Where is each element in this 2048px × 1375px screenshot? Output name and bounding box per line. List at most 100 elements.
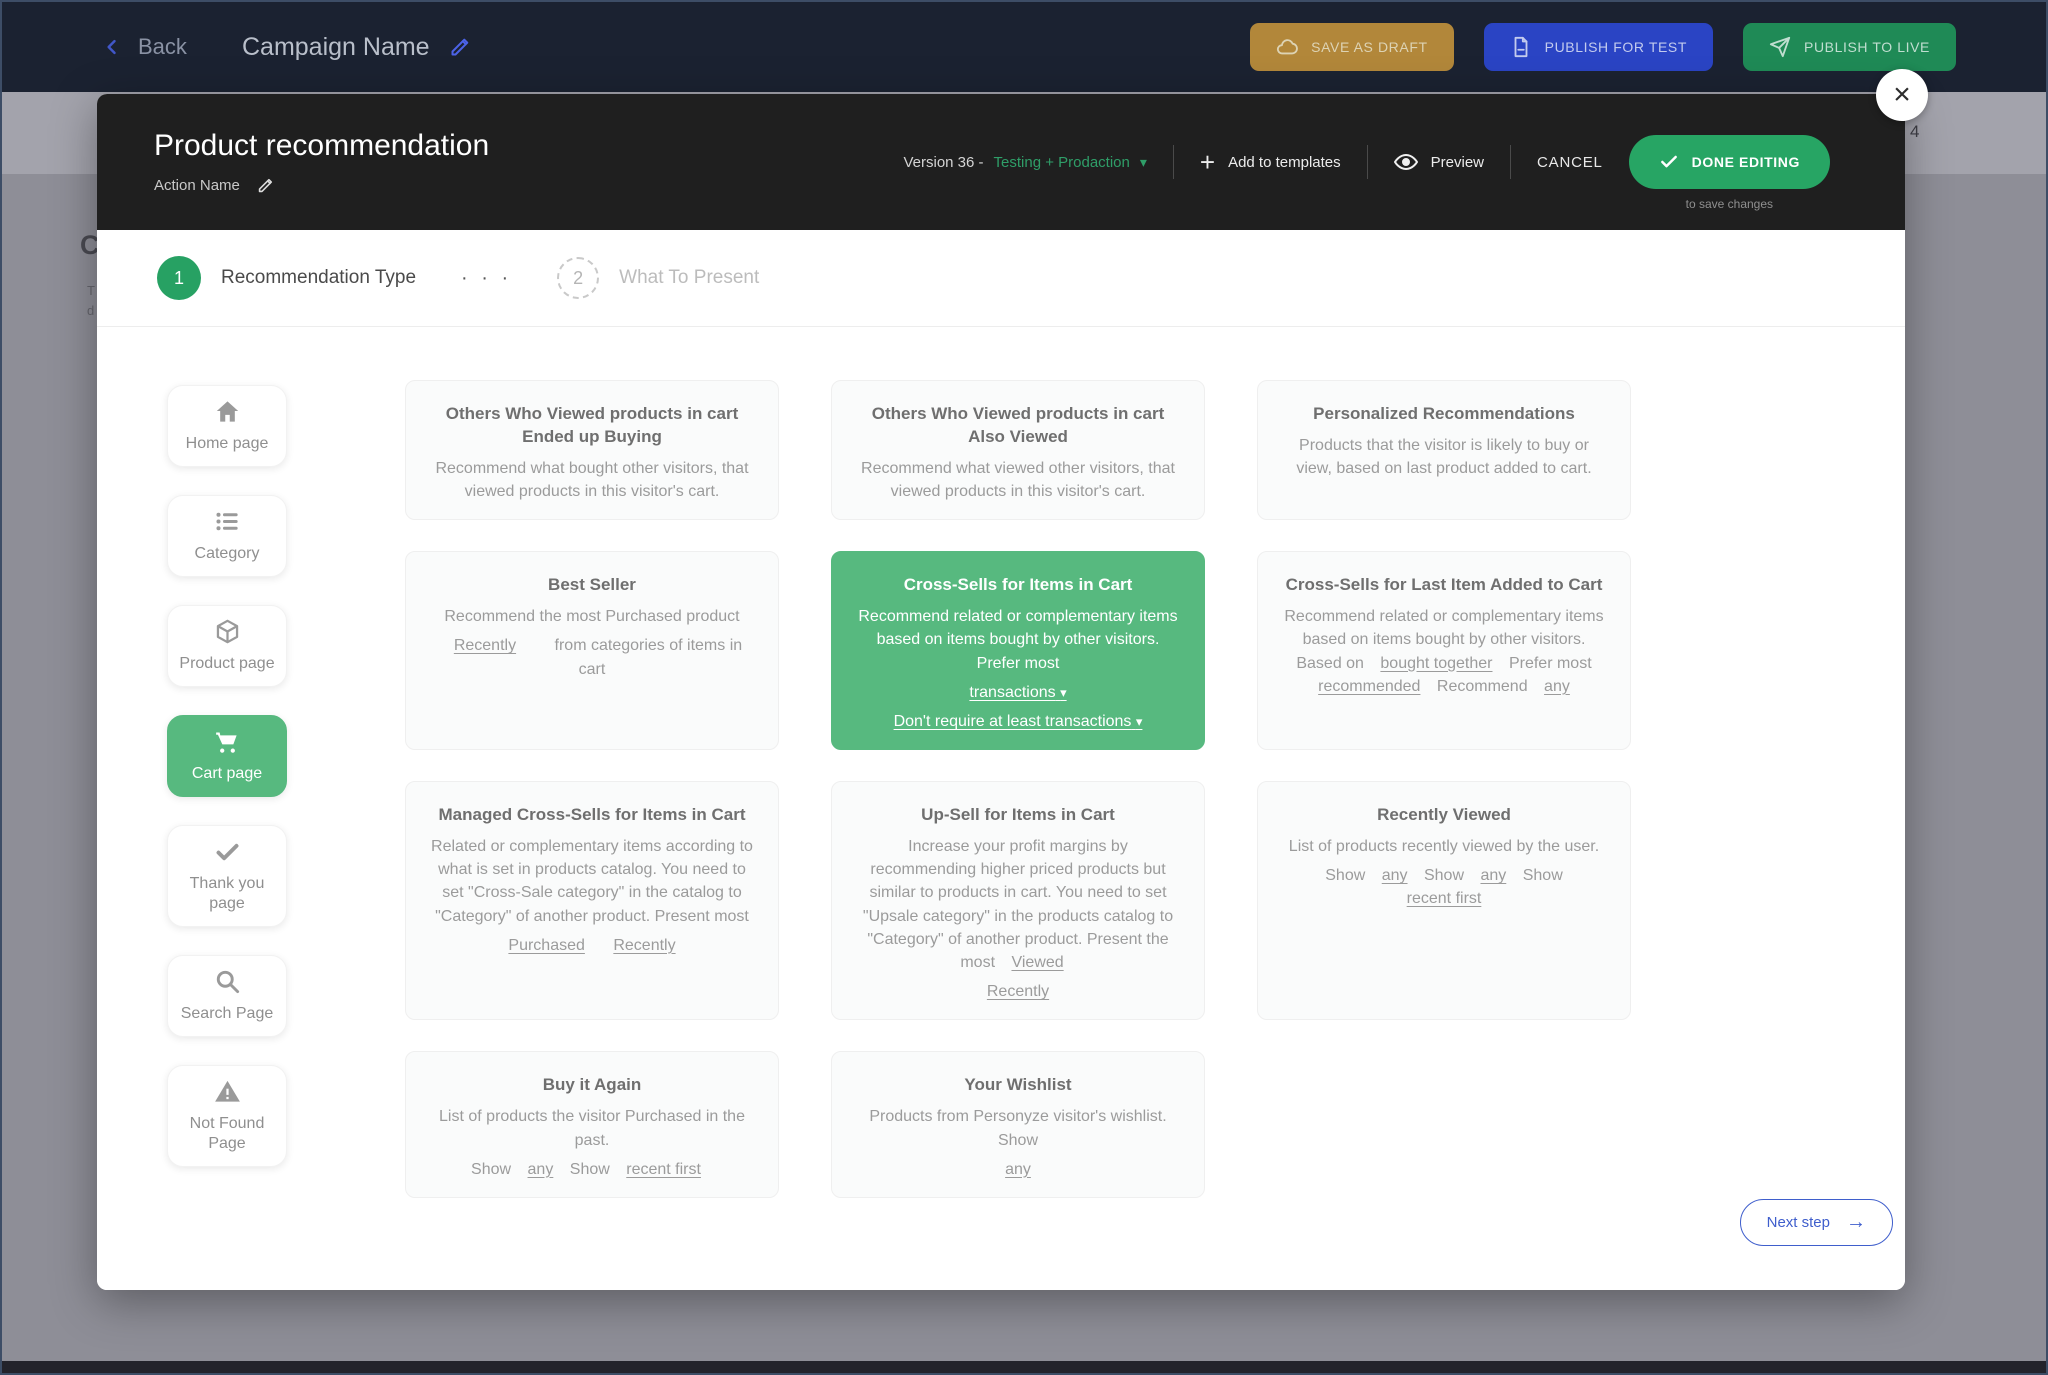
arrow-right-icon: → bbox=[1846, 1211, 1866, 1234]
publish-for-test-button[interactable]: PUBLISH FOR TEST bbox=[1484, 23, 1713, 71]
any-option-link[interactable]: any bbox=[1480, 864, 1506, 887]
sidebar-item-not-found-page[interactable]: Not Found Page bbox=[167, 1065, 287, 1167]
card-title: Others Who Viewed products in cart Ended… bbox=[428, 403, 756, 449]
sidebar-item-label: Thank you page bbox=[174, 874, 280, 914]
transactions-dropdown-link[interactable]: transactions ▾ bbox=[969, 681, 1066, 704]
cancel-button[interactable]: CANCEL bbox=[1537, 154, 1603, 171]
sidebar-item-label: Product page bbox=[179, 654, 274, 674]
app-window: Back Campaign Name SAVE AS DRAFT PUBLISH… bbox=[0, 0, 2048, 1375]
card-personalized-recommendations[interactable]: Personalized Recommendations Products th… bbox=[1257, 380, 1631, 520]
recently-option-link[interactable]: Recently bbox=[613, 934, 675, 957]
recently-option-link[interactable]: Recently bbox=[454, 634, 516, 657]
sidebar-item-thank-you-page[interactable]: Thank you page bbox=[167, 825, 287, 927]
edit-pencil-icon[interactable] bbox=[448, 35, 472, 59]
card-body: List of products recently viewed by the … bbox=[1280, 835, 1608, 858]
save-as-draft-button[interactable]: SAVE AS DRAFT bbox=[1250, 23, 1453, 71]
modal-body: Home page Category Product page Cart pag… bbox=[97, 327, 1905, 1290]
any-option-link[interactable]: any bbox=[528, 1158, 554, 1181]
card-body: Recommend what viewed other visitors, th… bbox=[854, 457, 1182, 503]
step-2-circle[interactable]: 2 bbox=[557, 257, 599, 299]
edit-pencil-icon[interactable] bbox=[256, 176, 275, 195]
purchased-option-link[interactable]: Purchased bbox=[508, 934, 585, 957]
step-1-circle[interactable]: 1 bbox=[157, 256, 201, 300]
warning-triangle-icon bbox=[214, 1078, 241, 1105]
divider bbox=[1367, 145, 1368, 179]
card-others-viewed-also-viewed[interactable]: Others Who Viewed products in cart Also … bbox=[831, 380, 1205, 520]
done-editing-button[interactable]: DONE EDITING bbox=[1629, 135, 1830, 189]
recent-first-option-link[interactable]: recent first bbox=[626, 1158, 701, 1181]
list-icon bbox=[214, 508, 241, 535]
close-icon: × bbox=[1893, 78, 1911, 112]
card-best-seller[interactable]: Best Seller Recommend the most Purchased… bbox=[405, 551, 779, 750]
card-text: Show bbox=[1523, 867, 1563, 884]
any-option-link[interactable]: any bbox=[1544, 675, 1570, 698]
card-title: Buy it Again bbox=[428, 1074, 756, 1097]
card-text: Show bbox=[1424, 867, 1464, 884]
recommendation-cards-grid: Others Who Viewed products in cart Ended… bbox=[405, 380, 1631, 1198]
sidebar-item-category[interactable]: Category bbox=[167, 495, 287, 577]
version-dropdown[interactable]: Version 36 - Testing + Prodaction ▾ bbox=[903, 154, 1146, 171]
recent-first-option-link[interactable]: recent first bbox=[1407, 887, 1482, 910]
step-1-label: Recommendation Type bbox=[221, 267, 416, 289]
card-title: Recently Viewed bbox=[1280, 804, 1608, 827]
background-bottom-strip bbox=[2, 1361, 2046, 1373]
action-name-label: Action Name bbox=[154, 177, 240, 194]
steps-row: 1 Recommendation Type · · · 2 What To Pr… bbox=[97, 230, 1905, 327]
card-body: Increase your profit margins by recommen… bbox=[854, 835, 1182, 974]
page-type-sidebar: Home page Category Product page Cart pag… bbox=[167, 385, 287, 1167]
card-your-wishlist[interactable]: Your Wishlist Products from Personyze vi… bbox=[831, 1051, 1205, 1198]
modal-header-controls: Version 36 - Testing + Prodaction ▾ + Ad… bbox=[903, 135, 1830, 189]
next-step-button[interactable]: Next step → bbox=[1740, 1199, 1893, 1246]
any-option-link[interactable]: any bbox=[1005, 1158, 1031, 1181]
card-text: Prefer most bbox=[1509, 655, 1592, 672]
card-title: Cross-Sells for Items in Cart bbox=[854, 574, 1182, 597]
preview-button[interactable]: Preview bbox=[1394, 150, 1484, 174]
card-up-sell-items-in-cart[interactable]: Up-Sell for Items in Cart Increase your … bbox=[831, 781, 1205, 1020]
card-body: Recommend related or complementary items… bbox=[1280, 605, 1608, 698]
sidebar-item-label: Cart page bbox=[192, 764, 262, 784]
modal-header: Product recommendation Action Name Versi… bbox=[97, 94, 1905, 230]
sidebar-item-product-page[interactable]: Product page bbox=[167, 605, 287, 687]
card-text: Show bbox=[471, 1161, 511, 1178]
card-managed-cross-sells[interactable]: Managed Cross-Sells for Items in Cart Re… bbox=[405, 781, 779, 1020]
card-text: Recommend bbox=[1437, 678, 1528, 695]
recently-option-link[interactable]: Recently bbox=[987, 980, 1049, 1003]
add-to-templates-button[interactable]: + Add to templates bbox=[1200, 149, 1341, 175]
any-option-link[interactable]: any bbox=[1382, 864, 1408, 887]
sidebar-item-home-page[interactable]: Home page bbox=[167, 385, 287, 467]
plus-icon: + bbox=[1200, 149, 1215, 175]
card-title: Cross-Sells for Last Item Added to Cart bbox=[1280, 574, 1608, 597]
preview-label: Preview bbox=[1431, 154, 1484, 171]
sidebar-item-label: Home page bbox=[186, 434, 269, 454]
card-cross-sells-items-in-cart[interactable]: Cross-Sells for Items in Cart Recommend … bbox=[831, 551, 1205, 750]
background-text-fragment: 4 bbox=[1910, 122, 1919, 142]
eye-icon bbox=[1394, 150, 1418, 174]
close-button[interactable]: × bbox=[1876, 69, 1928, 121]
bought-together-option-link[interactable]: bought together bbox=[1380, 652, 1492, 675]
caret-down-icon: ▾ bbox=[1060, 685, 1067, 700]
card-title: Your Wishlist bbox=[854, 1074, 1182, 1097]
done-editing-label: DONE EDITING bbox=[1692, 154, 1800, 170]
card-others-viewed-ended-up-buying[interactable]: Others Who Viewed products in cart Ended… bbox=[405, 380, 779, 520]
chevron-left-icon bbox=[102, 37, 122, 57]
publish-to-live-label: PUBLISH TO LIVE bbox=[1804, 39, 1930, 55]
background-text-fragment: d bbox=[87, 303, 94, 318]
publish-to-live-button[interactable]: PUBLISH TO LIVE bbox=[1743, 23, 1956, 71]
require-transactions-dropdown-link[interactable]: Don't require at least transactions ▾ bbox=[894, 710, 1143, 733]
sidebar-item-cart-page[interactable]: Cart page bbox=[167, 715, 287, 797]
card-recently-viewed[interactable]: Recently Viewed List of products recentl… bbox=[1257, 781, 1631, 1020]
card-text: Show bbox=[1325, 867, 1365, 884]
recommended-option-link[interactable]: recommended bbox=[1318, 675, 1420, 698]
sidebar-item-search-page[interactable]: Search Page bbox=[167, 955, 287, 1037]
step-dots: · · · bbox=[461, 267, 512, 290]
card-body: Recommend what bought other visitors, th… bbox=[428, 457, 756, 503]
viewed-option-link[interactable]: Viewed bbox=[1011, 951, 1063, 974]
modal-header-left: Product recommendation Action Name bbox=[154, 129, 489, 195]
card-buy-it-again[interactable]: Buy it Again List of products the visito… bbox=[405, 1051, 779, 1198]
top-bar: Back Campaign Name SAVE AS DRAFT PUBLISH… bbox=[2, 2, 2046, 92]
card-cross-sells-last-item[interactable]: Cross-Sells for Last Item Added to Cart … bbox=[1257, 551, 1631, 750]
card-title: Best Seller bbox=[428, 574, 756, 597]
done-editing-note: to save changes bbox=[1686, 197, 1773, 211]
require-transactions-label: Don't require at least transactions bbox=[894, 713, 1132, 730]
back-button[interactable]: Back bbox=[102, 2, 187, 92]
